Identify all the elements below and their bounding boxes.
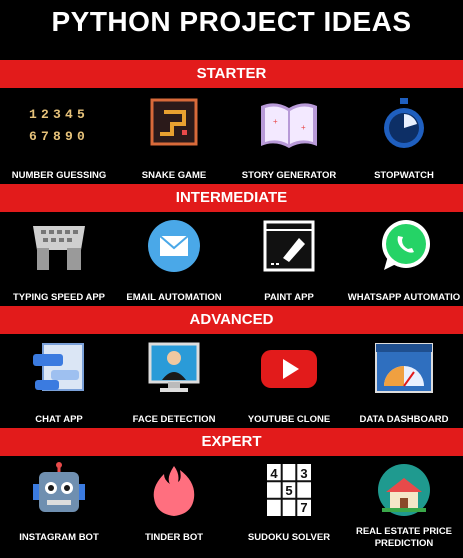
project-card-youtube-clone[interactable]: YOUTUBE CLONE [230,334,348,426]
svg-text:8: 8 [53,129,61,144]
paint-window-icon [257,218,321,274]
project-label: SNAKE GAME [141,170,207,181]
flame-icon [142,462,206,518]
project-card-chat-app[interactable]: CHAT APP [0,334,118,426]
keyboard-hands-icon [27,218,91,274]
project-card-story-generator[interactable]: + + STORY GENERATOR [230,90,348,182]
number-grid-icon: 1 2 3 4 5 6 7 8 9 0 [27,96,91,152]
project-label: NUMBER GUESSING [11,170,107,181]
project-label: YOUTUBE CLONE [247,414,331,425]
project-label: STOPWATCH [374,170,434,181]
section-header-starter: STARTER [0,60,463,88]
open-book-icon: + + [257,96,321,152]
svg-text:3: 3 [300,466,307,481]
section-header-expert: EXPERT [0,428,463,456]
house-icon [372,462,436,518]
project-card-face-detection[interactable]: FACE DETECTION [115,334,233,426]
project-card-typing-speed-app[interactable]: TYPING SPEED APP [0,212,118,304]
project-label: TYPING SPEED APP [12,292,106,303]
svg-text:9: 9 [65,129,73,144]
page-title: PYTHON PROJECT IDEAS [51,6,412,37]
project-label: PAINT APP [264,292,314,303]
svg-text:3: 3 [53,107,61,122]
svg-text:4: 4 [270,466,278,481]
project-label: FACE DETECTION [132,414,216,425]
project-card-snake-game[interactable]: SNAKE GAME [115,90,233,182]
section-header-intermediate: INTERMEDIATE [0,184,463,212]
project-label: SUDOKU SOLVER [247,532,331,543]
project-card-tinder-bot[interactable]: TINDER BOT [115,456,233,556]
section-row-intermediate: TYPING SPEED APP EMAIL AUTOMATION PAINT … [0,212,463,304]
section-row-expert: INSTAGRAM BOT TINDER BOT 4 3 5 7 SUDOKU … [0,456,463,556]
project-label: REAL ESTATE PRICE PREDICTION [355,526,453,549]
svg-text:6: 6 [29,129,37,144]
project-card-data-dashboard[interactable]: DATA DASHBOARD [345,334,463,426]
project-label: DATA DASHBOARD [359,414,449,425]
svg-text:7: 7 [41,129,49,144]
svg-text:5: 5 [77,107,85,122]
sudoku-grid-icon: 4 3 5 7 [257,462,321,518]
whatsapp-icon [372,218,436,274]
project-label: CHAT APP [35,414,83,425]
dashboard-gauge-icon [372,340,436,396]
svg-text:5: 5 [285,483,292,498]
svg-text:7: 7 [300,500,307,515]
project-label: INSTAGRAM BOT [19,532,99,543]
project-card-number-guessing[interactable]: 1 2 3 4 5 6 7 8 9 0 NUMBER GUESSING [0,90,118,182]
stopwatch-icon [372,96,436,152]
project-card-paint-app[interactable]: PAINT APP [230,212,348,304]
svg-text:+: + [301,123,306,132]
robot-icon [27,462,91,518]
svg-text:2: 2 [41,107,49,122]
face-scan-icon [142,340,206,396]
svg-text:1: 1 [29,107,37,122]
envelope-icon [142,218,206,274]
snake-game-icon [142,96,206,152]
section-row-advanced: CHAT APP FACE DETECTION YOUTUBE CLONE DA… [0,334,463,426]
project-card-email-automation[interactable]: EMAIL AUTOMATION [115,212,233,304]
svg-text:4: 4 [65,107,73,122]
svg-text:0: 0 [77,129,85,144]
project-label: EMAIL AUTOMATION [126,292,222,303]
youtube-play-icon [257,340,321,396]
project-card-instagram-bot[interactable]: INSTAGRAM BOT [0,456,118,556]
project-card-stopwatch[interactable]: STOPWATCH [345,90,463,182]
svg-text:+: + [273,117,278,126]
project-card-real-estate-price-prediction[interactable]: REAL ESTATE PRICE PREDICTION [345,456,463,556]
chat-window-icon [27,340,91,396]
project-card-sudoku-solver[interactable]: 4 3 5 7 SUDOKU SOLVER [230,456,348,556]
project-label: STORY GENERATOR [241,170,337,181]
project-card-whatsapp-automation[interactable]: WHATSAPP AUTOMATIO [345,212,463,304]
project-label: WHATSAPP AUTOMATIO [347,292,461,303]
section-header-advanced: ADVANCED [0,306,463,334]
project-label: TINDER BOT [144,532,204,543]
section-row-starter: 1 2 3 4 5 6 7 8 9 0 NUMBER GUESSING SNAK… [0,90,463,182]
